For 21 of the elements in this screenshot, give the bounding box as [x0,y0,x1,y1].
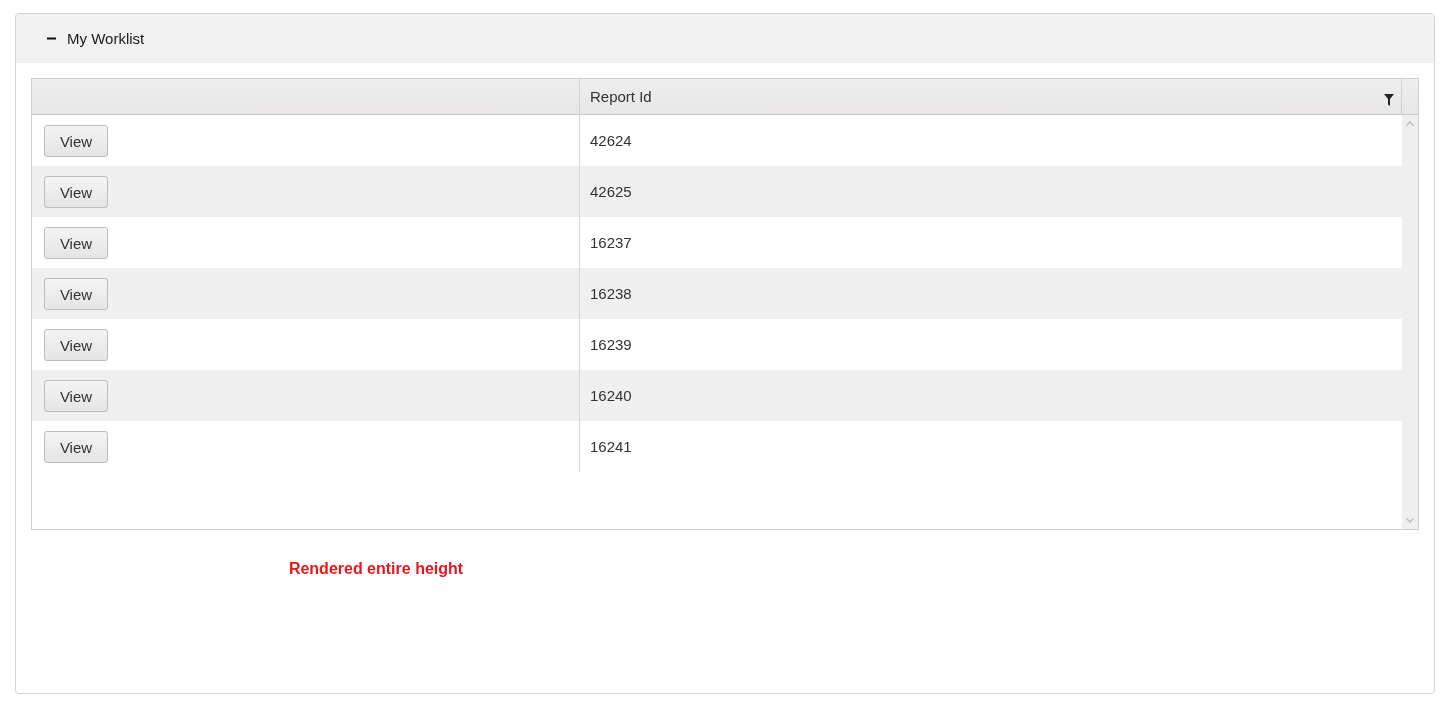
table-cell: 42624 [590,131,632,150]
filter-icon[interactable] [1384,93,1394,106]
panel-title: My Worklist [67,29,145,48]
view-button[interactable]: View [44,329,108,361]
table-cell: 42625 [590,182,632,201]
view-button[interactable]: View [44,125,108,157]
note-text: Rendered entire height [288,560,464,577]
scroll-down-icon[interactable] [1406,518,1414,523]
view-button[interactable]: View [44,278,108,310]
view-button[interactable]: View [44,380,108,412]
view-button[interactable]: View [44,176,108,208]
table-cell: 16240 [590,386,632,405]
table-cell: 16237 [590,233,632,252]
view-button[interactable]: View [44,431,108,463]
table-cell: 16239 [590,335,632,354]
scrollbar[interactable] [1402,115,1418,529]
view-button[interactable]: View [44,227,108,259]
column-header[interactable]: Report Id [590,87,652,106]
table-cell: 16238 [590,284,632,303]
scroll-up-icon[interactable] [1406,121,1414,126]
table-cell: 16241 [590,437,632,456]
